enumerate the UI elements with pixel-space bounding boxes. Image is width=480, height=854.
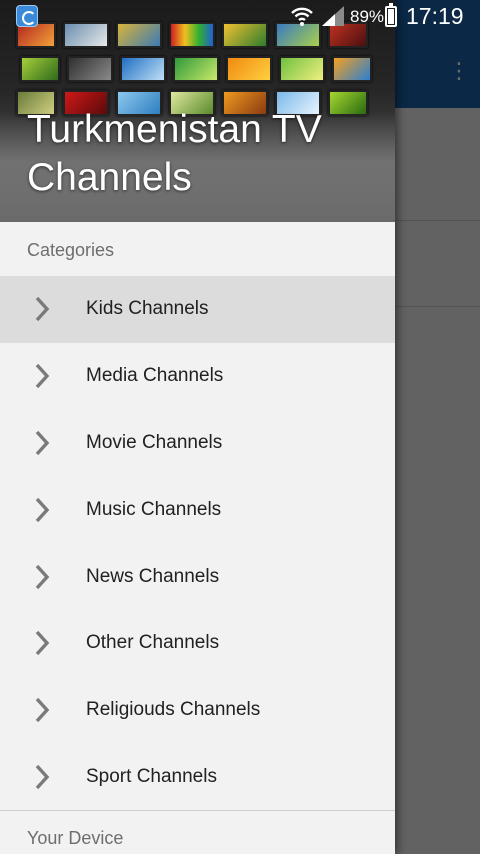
wifi-icon	[291, 7, 313, 26]
signal-icon	[322, 6, 344, 26]
chevron-right-icon	[35, 430, 50, 456]
menu-item-music-channels[interactable]: Music Channels	[0, 476, 395, 543]
your-device-label: Your Device	[27, 828, 124, 849]
menu-item-religiouds-channels[interactable]: Religiouds Channels	[0, 677, 395, 744]
menu-item-label: Sport Channels	[86, 765, 217, 787]
chevron-right-icon	[35, 764, 50, 790]
menu-item-news-channels[interactable]: News Channels	[0, 543, 395, 610]
chevron-right-icon	[35, 364, 50, 389]
menu-item-label: Religiouds Channels	[86, 699, 261, 721]
menu-item-label: Movie Channels	[86, 431, 223, 453]
menu-item-movie-channels[interactable]: Movie Channels	[0, 410, 395, 477]
status-bar: 89% 17:19	[0, 0, 480, 33]
menu-item-label: Media Channels	[86, 365, 224, 387]
drawer-header: Turkmenistan TV Channels	[0, 0, 395, 222]
categories-label: Categories	[27, 240, 115, 260]
menu-item-other-channels[interactable]: Other Channels	[0, 610, 395, 677]
menu-item-label: Other Channels	[86, 632, 220, 654]
menu-item-label: News Channels	[86, 565, 220, 587]
battery-icon	[385, 3, 397, 27]
menu-item-kids-channels[interactable]: Kids Channels	[0, 276, 395, 343]
chevron-right-icon	[35, 497, 50, 522]
chevron-right-icon	[35, 631, 50, 656]
clock: 17:19	[406, 3, 464, 29]
navigation-drawer: Turkmenistan TV Channels Categories Kids…	[0, 0, 395, 854]
app-notification-icon	[16, 5, 38, 27]
menu-item-media-channels[interactable]: Media Channels	[0, 343, 395, 410]
chevron-right-icon	[35, 564, 50, 589]
menu-item-label: Music Channels	[86, 498, 222, 520]
chevron-right-icon	[35, 698, 50, 723]
menu-item-label: Kids Channels	[86, 298, 209, 320]
battery-percentage: 89%	[350, 7, 385, 26]
chevron-right-icon	[35, 297, 50, 322]
menu-item-sport-channels[interactable]: Sport Channels	[0, 744, 395, 811]
drawer-title: Turkmenistan TV Channels	[27, 108, 322, 199]
